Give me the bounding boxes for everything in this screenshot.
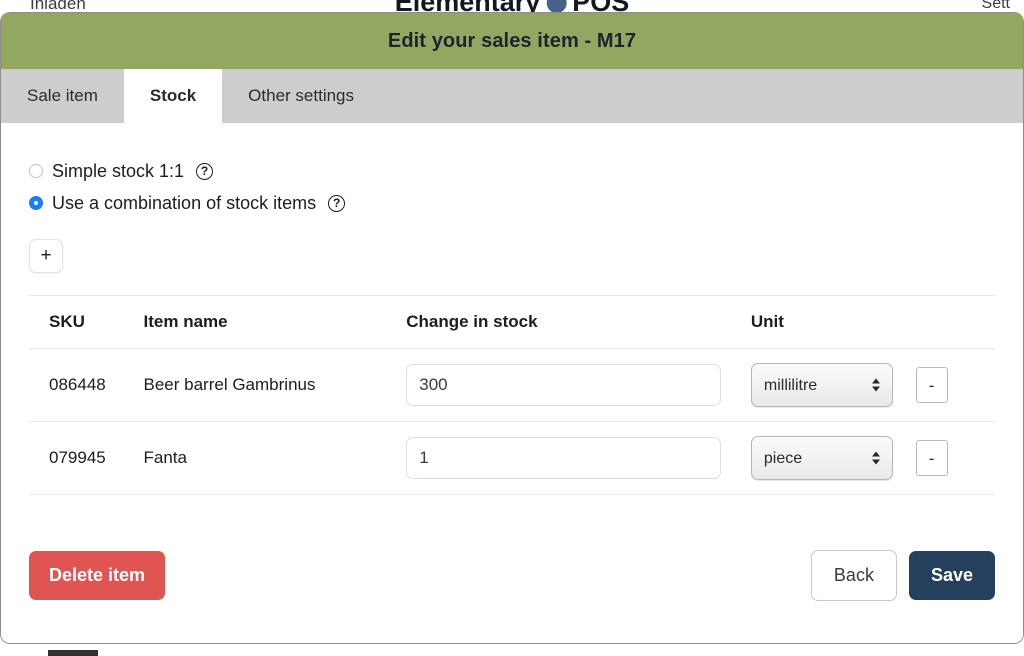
modal-header: Edit your sales item - M17 [1,13,1023,69]
radio-combination-stock[interactable] [29,196,43,210]
tab-stock[interactable]: Stock [123,69,223,123]
modal-title: Edit your sales item - M17 [387,29,637,52]
change-in-stock-input[interactable] [406,364,722,406]
stock-mode-option-combination[interactable]: Use a combination of stock items ? [29,191,995,215]
cell-change-in-stock [406,421,751,495]
app-logo-dot-icon [546,0,567,13]
change-in-stock-input[interactable] [406,437,722,479]
modal-body: Simple stock 1:1 ? Use a combination of … [1,123,1023,643]
cell-actions: - [915,421,995,495]
unit-select[interactable]: piece [750,436,893,480]
stock-mode-option-simple[interactable]: Simple stock 1:1 ? [29,159,995,183]
save-button[interactable]: Save [908,551,995,600]
table-row: 086448 Beer barrel Gambrinus millilitre [29,348,995,422]
cell-item-name: Fanta [143,421,407,495]
cell-sku: 079945 [29,421,144,495]
cell-sku: 086448 [29,348,144,422]
remove-stock-item-button[interactable]: - [915,367,948,403]
table-row: 079945 Fanta piece [29,421,995,495]
unit-select[interactable]: millilitre [750,363,893,407]
unit-select-wrapper: piece [750,436,893,480]
stock-mode-label-simple[interactable]: Simple stock 1:1 [52,161,184,182]
column-header-change: Change in stock [406,295,751,349]
stock-table-body: 086448 Beer barrel Gambrinus millilitre [29,348,995,495]
remove-stock-item-button[interactable]: - [915,440,948,476]
tab-bar: Sale item Stock Other settings [1,69,1023,123]
cell-unit: millilitre [750,348,916,422]
tab-other-settings[interactable]: Other settings [222,69,380,123]
back-button[interactable]: Back [810,550,897,601]
edit-sales-item-modal: Edit your sales item - M17 Sale item Sto… [0,12,1024,644]
stock-items-table: SKU Item name Change in stock Unit 08644… [29,295,995,495]
radio-simple-stock[interactable] [29,164,43,178]
cell-change-in-stock [406,348,751,422]
column-header-sku: SKU [29,295,144,349]
column-header-unit: Unit [750,295,916,349]
delete-item-button[interactable]: Delete item [29,551,166,600]
stock-mode-label-combination[interactable]: Use a combination of stock items [52,193,316,214]
unit-select-wrapper: millilitre [750,363,893,407]
cell-item-name: Beer barrel Gambrinus [143,348,407,422]
column-header-name: Item name [143,295,407,349]
column-header-actions [915,295,995,349]
cell-actions: - [915,348,995,422]
table-header-row: SKU Item name Change in stock Unit [29,295,995,349]
stock-table-head: SKU Item name Change in stock Unit [29,295,995,349]
help-icon-combination-stock[interactable]: ? [328,194,346,212]
add-stock-item-button[interactable]: + [29,239,63,273]
cell-unit: piece [750,421,916,495]
help-icon-simple-stock[interactable]: ? [196,162,214,180]
tab-sale-item[interactable]: Sale item [1,69,124,123]
taskbar-indicator [48,650,98,656]
modal-footer: Delete item Back Save [29,550,995,601]
